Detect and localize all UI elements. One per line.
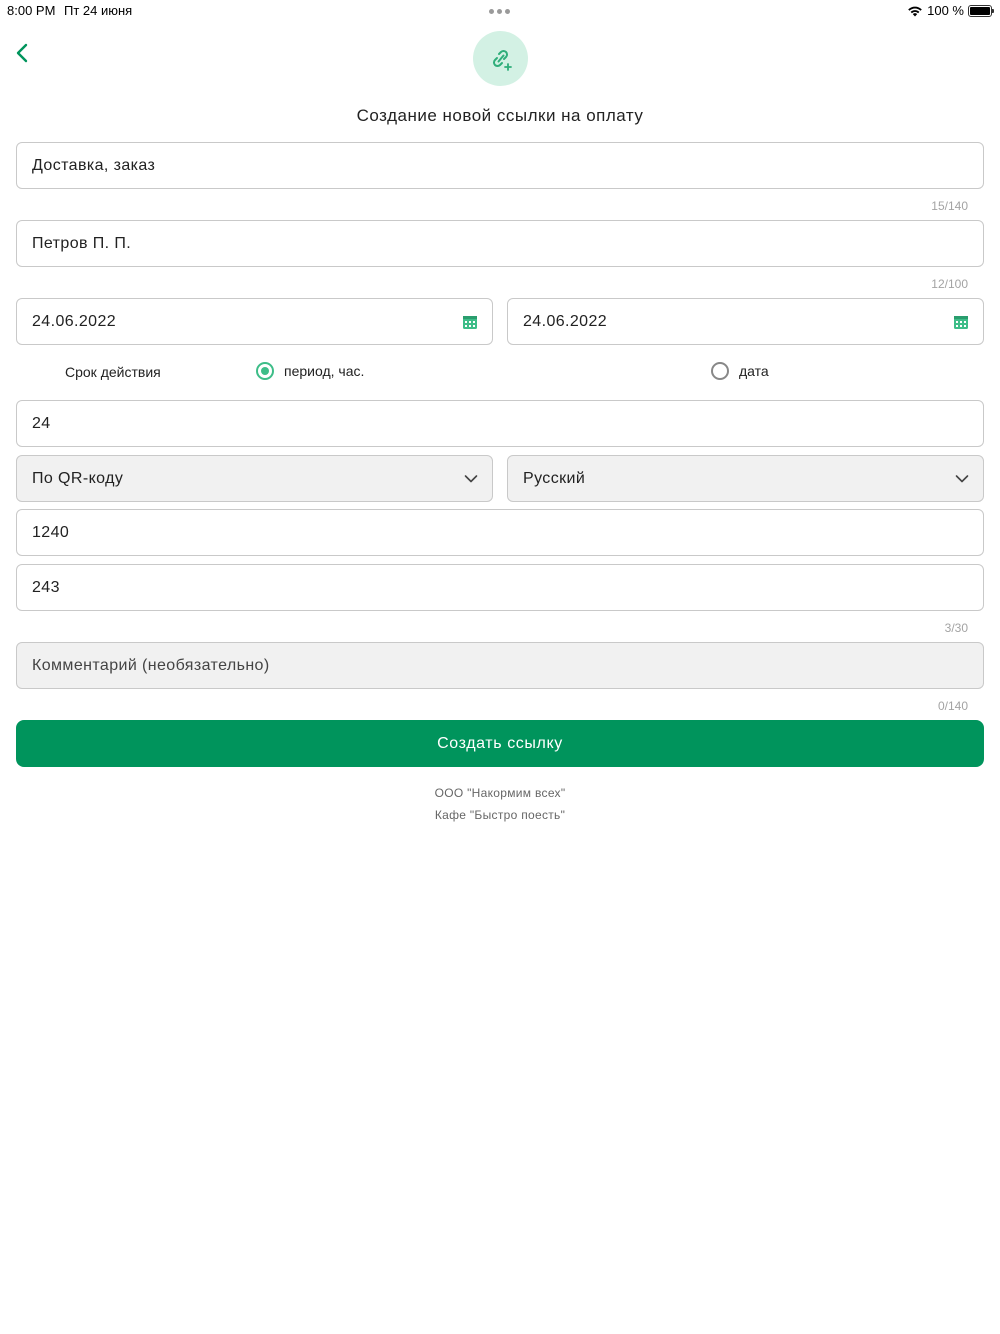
radio-checked-icon <box>256 362 274 380</box>
status-time: 8:00 PM <box>7 3 56 18</box>
status-right: 100 % <box>907 3 994 18</box>
multitasking-dots-icon[interactable] <box>489 9 510 14</box>
calendar-icon[interactable] <box>953 314 969 330</box>
footer-company: ООО "Накормим всех" <box>434 786 566 800</box>
purpose-input[interactable]: Доставка, заказ <box>16 142 984 189</box>
radio-unchecked-icon <box>711 362 729 380</box>
link-add-icon <box>492 49 512 71</box>
link-badge <box>473 31 528 86</box>
chevron-down-icon <box>464 474 478 483</box>
customer-value: Петров П. П. <box>32 234 132 252</box>
calendar-icon[interactable] <box>462 314 478 330</box>
page-title: Создание новой ссылки на оплату <box>356 106 644 125</box>
language-value: Русский <box>523 469 586 487</box>
payment-method-value: По QR-коду <box>32 469 124 487</box>
radio-date[interactable]: дата <box>711 362 769 380</box>
status-date: Пт 24 июня <box>64 3 133 18</box>
date-from-value: 24.06.2022 <box>32 312 117 330</box>
purpose-counter: 15/140 <box>931 199 968 213</box>
customer-counter: 12/100 <box>931 277 968 291</box>
radio-period[interactable]: период, час. <box>256 362 364 380</box>
hours-value: 24 <box>32 414 51 432</box>
create-link-button[interactable]: Создать ссылку <box>16 720 984 767</box>
validity-row: Срок действия период, час. дата <box>0 360 1000 384</box>
radio-period-label: период, час. <box>284 363 365 379</box>
battery-icon <box>968 4 994 17</box>
hours-input[interactable]: 24 <box>16 400 984 447</box>
payment-method-select[interactable]: По QR-коду <box>16 455 493 502</box>
amount-value: 1240 <box>32 523 70 541</box>
comment-counter: 0/140 <box>937 699 968 713</box>
status-bar: 8:00 PM Пт 24 июня 100 % <box>0 0 1000 22</box>
battery-percent: 100 % <box>927 3 964 18</box>
language-select[interactable]: Русский <box>507 455 984 502</box>
date-to-input[interactable]: 24.06.2022 <box>507 298 984 345</box>
footer-store: Кафе "Быстро поесть" <box>434 808 566 822</box>
purpose-value: Доставка, заказ <box>32 156 156 174</box>
order-number-input[interactable]: 243 <box>16 564 984 611</box>
chevron-down-icon <box>955 474 969 483</box>
radio-date-label: дата <box>739 363 769 379</box>
validity-label: Срок действия <box>65 364 161 380</box>
chevron-left-icon <box>16 43 28 63</box>
comment-placeholder: Комментарий (необязательно) <box>32 656 270 674</box>
date-to-value: 24.06.2022 <box>523 312 608 330</box>
order-number-value: 243 <box>32 578 60 596</box>
comment-input[interactable]: Комментарий (необязательно) <box>16 642 984 689</box>
amount-input[interactable]: 1240 <box>16 509 984 556</box>
date-from-input[interactable]: 24.06.2022 <box>16 298 493 345</box>
wifi-icon <box>908 6 922 16</box>
customer-input[interactable]: Петров П. П. <box>16 220 984 267</box>
back-button[interactable] <box>12 40 34 66</box>
order-number-counter: 3/30 <box>944 621 968 635</box>
